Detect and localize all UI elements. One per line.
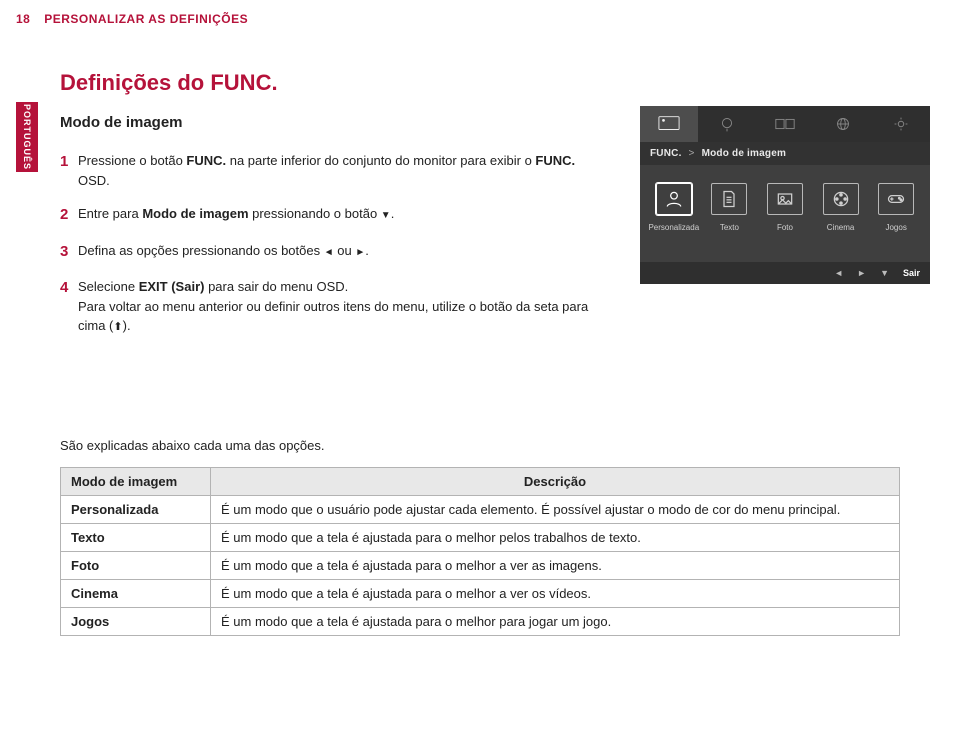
- table-row: FotoÉ um modo que a tela é ajustada para…: [61, 552, 900, 580]
- table-header-desc: Descrição: [211, 468, 900, 496]
- page-header: 18 PERSONALIZAR AS DEFINIÇÕES: [0, 0, 960, 32]
- osd-mode-personalizada[interactable]: Personalizada: [648, 183, 700, 232]
- table-row: TextoÉ um modo que a tela é ajustada par…: [61, 524, 900, 552]
- film-reel-icon: [823, 183, 859, 215]
- step-number: 4: [60, 277, 78, 336]
- main-content: Definições do FUNC. Modo de imagem 1 Pre…: [60, 70, 600, 350]
- explanation-section: São explicadas abaixo cada uma das opçõe…: [60, 438, 900, 636]
- arrow-up-icon: [113, 318, 122, 333]
- osd-tab-picture[interactable]: [640, 106, 698, 142]
- breadcrumb-separator: >: [689, 148, 695, 159]
- page-number: 18: [16, 12, 30, 26]
- osd-panel: FUNC. > Modo de imagem Personalizada Tex…: [640, 106, 930, 284]
- triangle-down-icon: [381, 206, 391, 221]
- osd-breadcrumb: FUNC. > Modo de imagem: [640, 142, 930, 165]
- dual-screen-icon: [774, 115, 796, 133]
- osd-mode-row: Personalizada Texto Foto Cinema Jogos: [640, 165, 930, 246]
- step-1: 1 Pressione o botão FUNC. na parte infer…: [60, 151, 600, 190]
- gear-icon: [890, 115, 912, 133]
- table-row: CinemaÉ um modo que a tela é ajustada pa…: [61, 580, 900, 608]
- step-2: 2 Entre para Modo de imagem pressionando…: [60, 204, 600, 227]
- osd-tab-bar: [640, 106, 930, 142]
- bulb-icon: [716, 115, 738, 133]
- options-table: Modo de imagem Descrição PersonalizadaÉ …: [60, 467, 900, 636]
- section-title: PERSONALIZAR AS DEFINIÇÕES: [44, 12, 248, 26]
- step-3: 3 Defina as opções pressionando os botõe…: [60, 241, 600, 264]
- step-number: 3: [60, 241, 78, 264]
- photo-icon: [767, 183, 803, 215]
- osd-tab-web[interactable]: [814, 106, 872, 142]
- osd-mode-cinema[interactable]: Cinema: [815, 183, 867, 232]
- table-header-mode: Modo de imagem: [61, 468, 211, 496]
- step-number: 1: [60, 151, 78, 190]
- page-title: Definições do FUNC.: [60, 70, 600, 96]
- osd-tab-dual[interactable]: [756, 106, 814, 142]
- explanation-lead: São explicadas abaixo cada uma das opçõe…: [60, 438, 900, 453]
- table-row: PersonalizadaÉ um modo que o usuário pod…: [61, 496, 900, 524]
- step-number: 2: [60, 204, 78, 227]
- osd-mode-jogos[interactable]: Jogos: [870, 183, 922, 232]
- gamepad-icon: [878, 183, 914, 215]
- osd-nav-bar: ◄ ► ▼ Sair: [640, 262, 930, 284]
- nav-left-icon[interactable]: ◄: [834, 268, 843, 278]
- person-icon: [656, 183, 692, 215]
- triangle-left-icon: [324, 243, 334, 258]
- osd-exit-button[interactable]: Sair: [903, 268, 920, 278]
- nav-right-icon[interactable]: ►: [857, 268, 866, 278]
- document-icon: [711, 183, 747, 215]
- triangle-right-icon: [355, 243, 365, 258]
- nav-down-icon[interactable]: ▼: [880, 268, 889, 278]
- table-row: Jogos É um modo que a tela é ajustada pa…: [61, 608, 900, 636]
- globe-icon: [832, 115, 854, 133]
- picture-mode-icon: [658, 115, 680, 133]
- osd-tab-bulb[interactable]: [698, 106, 756, 142]
- steps-list: 1 Pressione o botão FUNC. na parte infer…: [60, 151, 600, 336]
- osd-mode-texto[interactable]: Texto: [703, 183, 755, 232]
- subtitle: Modo de imagem: [60, 114, 600, 131]
- osd-tab-settings[interactable]: [872, 106, 930, 142]
- osd-mode-foto[interactable]: Foto: [759, 183, 811, 232]
- language-tab: PORTUGUÊS: [16, 102, 38, 172]
- step-4: 4 Selecione EXIT (Sair) para sair do men…: [60, 277, 600, 336]
